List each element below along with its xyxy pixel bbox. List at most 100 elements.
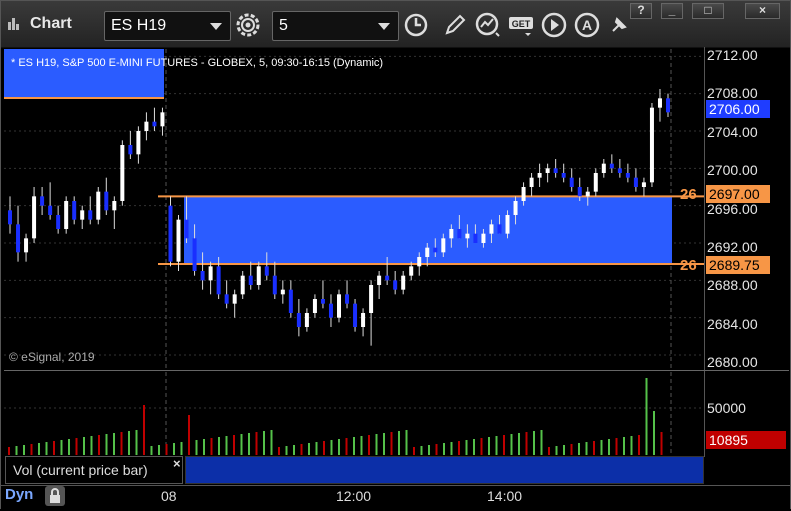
candle-up bbox=[401, 275, 406, 290]
volume-y-tick: 50000 bbox=[707, 400, 746, 416]
pin-button[interactable] bbox=[605, 11, 633, 39]
candle-up bbox=[425, 247, 430, 257]
close-volume-panel-icon[interactable]: × bbox=[173, 456, 181, 471]
help-glyph: ? bbox=[637, 3, 645, 17]
candle-down bbox=[128, 145, 133, 155]
candle-up bbox=[481, 233, 486, 243]
candle-up bbox=[240, 275, 245, 295]
volume-bar bbox=[300, 444, 303, 455]
candle-down bbox=[625, 173, 630, 178]
price-tick-label: 2688.00 bbox=[707, 277, 758, 294]
candle-down bbox=[617, 168, 622, 173]
lock-icon[interactable] bbox=[45, 486, 65, 506]
interval-select[interactable]: 5 bbox=[272, 11, 399, 41]
candle-up bbox=[80, 210, 85, 220]
candle-down bbox=[577, 187, 582, 197]
candle-up bbox=[120, 145, 125, 201]
close-button[interactable]: × bbox=[745, 3, 780, 19]
play-button[interactable] bbox=[540, 11, 568, 39]
volume-panel-bar[interactable] bbox=[185, 456, 704, 484]
volume-chart[interactable] bbox=[4, 372, 704, 455]
candle-up bbox=[369, 285, 374, 313]
candle-up bbox=[657, 98, 662, 108]
volume-bar bbox=[638, 435, 640, 455]
candle-up bbox=[537, 173, 542, 178]
interval-value: 5 bbox=[279, 17, 288, 34]
volume-bar bbox=[195, 440, 198, 455]
lower-line-tag: 2689.75 bbox=[706, 256, 770, 274]
candle-down bbox=[288, 289, 293, 313]
price-tick-label: 2684.00 bbox=[707, 315, 758, 332]
candle-up bbox=[449, 229, 454, 239]
alert-button[interactable]: A bbox=[573, 11, 601, 39]
upper-line-tag: 2697.00 bbox=[706, 185, 770, 203]
candle-down bbox=[569, 177, 574, 187]
candle-up bbox=[256, 266, 261, 285]
candle-down bbox=[433, 247, 438, 253]
minimize-button[interactable]: _ bbox=[661, 3, 683, 19]
candle-up bbox=[361, 313, 366, 327]
pane-divider[interactable] bbox=[4, 370, 789, 371]
volume-bar bbox=[525, 432, 528, 455]
restore-button[interactable]: □ bbox=[692, 3, 724, 19]
dynamic-mode-label[interactable]: Dyn bbox=[5, 486, 33, 503]
volume-bar bbox=[630, 436, 633, 455]
volume-bar bbox=[645, 378, 648, 455]
volume-bar bbox=[323, 441, 325, 455]
price-tick-label: 2700.00 bbox=[707, 162, 758, 179]
volume-bar bbox=[473, 439, 475, 455]
volume-bar bbox=[173, 443, 175, 455]
time-axis[interactable] bbox=[1, 485, 790, 509]
candle-down bbox=[385, 275, 390, 281]
candle-down bbox=[609, 163, 614, 169]
volume-bar bbox=[120, 432, 123, 455]
volume-bar bbox=[495, 436, 498, 455]
chevron-down-icon bbox=[378, 23, 390, 30]
candle-down bbox=[72, 201, 77, 220]
volume-bar bbox=[53, 441, 55, 455]
volume-bar bbox=[533, 431, 535, 455]
candle-up bbox=[176, 219, 181, 262]
candle-down bbox=[40, 196, 45, 206]
last-price-tag: 2706.00 bbox=[706, 100, 770, 118]
volume-bar bbox=[255, 432, 258, 455]
time-button[interactable] bbox=[402, 11, 430, 39]
volume-bar bbox=[570, 444, 573, 455]
volume-bar bbox=[285, 446, 288, 455]
volume-bar bbox=[503, 435, 505, 455]
candle-up bbox=[24, 238, 29, 253]
candle-down bbox=[497, 224, 502, 234]
volume-bar bbox=[15, 446, 18, 455]
volume-bar bbox=[90, 436, 93, 455]
candle-up bbox=[304, 313, 309, 327]
close-glyph: × bbox=[758, 3, 766, 17]
price-chart[interactable] bbox=[4, 49, 704, 369]
candle-up bbox=[505, 215, 510, 234]
volume-bar bbox=[225, 436, 228, 455]
settings-button[interactable] bbox=[234, 11, 262, 39]
candle-down bbox=[88, 210, 93, 220]
draw-button[interactable] bbox=[441, 11, 469, 39]
candle-up bbox=[280, 289, 285, 295]
get-button[interactable]: GET bbox=[507, 11, 535, 39]
volume-bar bbox=[150, 446, 153, 455]
volume-bar bbox=[360, 436, 363, 455]
candle-up bbox=[545, 168, 550, 173]
help-button[interactable]: ? bbox=[630, 3, 652, 19]
candle-up bbox=[593, 173, 598, 192]
volume-bar bbox=[98, 435, 100, 455]
upper-line-edge-label: 26 bbox=[680, 186, 697, 203]
volume-bar bbox=[383, 433, 385, 455]
candle-up bbox=[489, 224, 494, 234]
candle-up bbox=[441, 238, 446, 253]
volume-bar bbox=[30, 444, 33, 455]
candle-up bbox=[377, 275, 382, 285]
chevron-down-icon bbox=[210, 23, 222, 30]
volume-bar bbox=[443, 443, 445, 455]
volume-bar bbox=[210, 438, 213, 455]
lower-line-edge-label: 26 bbox=[680, 257, 697, 274]
studies-button[interactable] bbox=[474, 11, 502, 39]
candle-up bbox=[112, 201, 117, 211]
candle-down bbox=[200, 271, 205, 281]
symbol-select[interactable]: ES H19 bbox=[104, 11, 231, 41]
